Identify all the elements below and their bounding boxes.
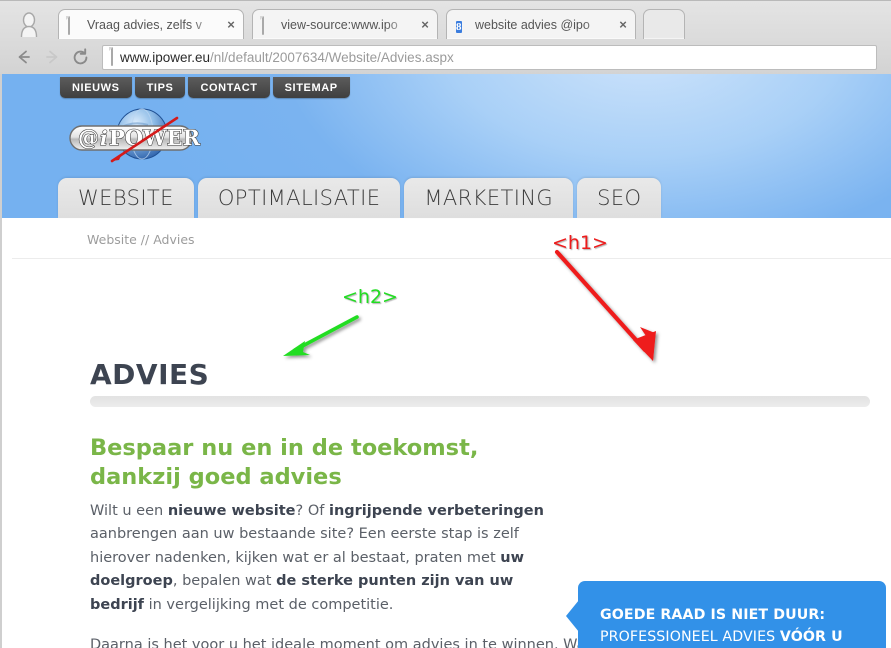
google-favicon-glyph: 8 <box>456 21 462 33</box>
text-run: , bepalen wat <box>172 573 277 590</box>
text-run: Wilt u een <box>90 503 168 519</box>
page-viewport: NIEUWS TIPS CONTACT SITEMAP @ i POWER WE… <box>0 74 891 648</box>
top-utility-nav: NIEUWS TIPS CONTACT SITEMAP <box>60 77 350 98</box>
h1-annotation-label: <h1> <box>552 232 608 254</box>
page-title: ADVIES <box>90 358 210 391</box>
body-paragraph-1: Wilt u een nieuwe website? Of ingrijpend… <box>90 500 550 637</box>
h2-annotation-label: <h2> <box>342 286 398 308</box>
url-host: www.ipower.eu <box>120 49 211 65</box>
title-divider-bar <box>90 396 870 407</box>
text-run: in vergelijking met de competitie. <box>144 596 394 613</box>
person-icon[interactable] <box>16 11 42 37</box>
site-header: NIEUWS TIPS CONTACT SITEMAP @ i POWER WE… <box>2 74 891 218</box>
svg-text:POWER: POWER <box>109 125 201 150</box>
url-text: www.ipower.eu/nl/default/2007634/Website… <box>120 50 454 65</box>
reload-icon[interactable] <box>66 44 94 70</box>
section-heading: Bespaar nu en in de toekomst, dankzij go… <box>90 435 479 490</box>
topnav-item-contact[interactable]: CONTACT <box>188 77 270 98</box>
document-icon <box>111 47 113 66</box>
nav-tab-seo[interactable]: SEO <box>577 178 662 218</box>
topnav-item-sitemap[interactable]: SITEMAP <box>272 77 350 98</box>
browser-tab-3[interactable]: 8 website advies @ipo × <box>446 9 636 39</box>
url-path: /nl/default/2007634/Website/Advies.aspx <box>210 49 454 65</box>
svg-text:@: @ <box>78 125 99 150</box>
text-run-bold: nieuwe website <box>167 503 296 519</box>
breadcrumb: Website // Advies <box>87 232 195 247</box>
google-icon: 8 <box>456 17 469 33</box>
callout-bold-lead: GOEDE RAAD IS NIET DUUR: <box>600 607 826 623</box>
topnav-item-nieuws[interactable]: NIEUWS <box>60 77 132 98</box>
nav-tab-marketing[interactable]: MARKETING <box>404 178 574 218</box>
ipower-logo[interactable]: @ i POWER <box>64 108 212 166</box>
browser-window: Vraag advies, zelfs v × view-source:www.… <box>0 0 891 648</box>
highlight-callout: GOEDE RAAD IS NIET DUUR: PROFESSIONEEL A… <box>578 581 886 648</box>
main-nav: WEBSITE OPTIMALISATIE MARKETING SEO <box>58 178 662 218</box>
text-run-bold: ingrijpende verbeteringen <box>328 503 544 519</box>
svg-text:i: i <box>100 126 108 150</box>
tab-close-button[interactable]: × <box>615 17 631 33</box>
new-tab-button[interactable] <box>643 9 685 39</box>
tab-strip: Vraag advies, zelfs v × view-source:www.… <box>0 1 891 39</box>
browser-chrome: Vraag advies, zelfs v × view-source:www.… <box>0 0 891 74</box>
address-bar[interactable]: www.ipower.eu/nl/default/2007634/Website… <box>102 44 877 70</box>
browser-tab-2[interactable]: view-source:www.ipo × <box>252 9 438 39</box>
callout-light-text: PROFESSIONEEL ADVIES <box>600 628 780 645</box>
document-icon <box>68 16 81 35</box>
tab-close-button[interactable]: × <box>223 17 239 33</box>
browser-toolbar: www.ipower.eu/nl/default/2007634/Website… <box>0 39 891 75</box>
document-icon <box>262 16 275 35</box>
tab-close-button[interactable]: × <box>417 17 433 33</box>
back-arrow-icon[interactable] <box>10 44 38 70</box>
tab-title: view-source:www.ipo <box>281 17 398 32</box>
nav-tab-website[interactable]: WEBSITE <box>58 178 194 218</box>
text-run: aanbrengen aan uw bestaande site? Een ee… <box>90 526 519 566</box>
forward-arrow-icon[interactable] <box>38 44 66 70</box>
nav-tab-optimalisatie[interactable]: OPTIMALISATIE <box>197 178 401 218</box>
tab-title: website advies @ipo <box>475 17 590 32</box>
browser-tab-1[interactable]: Vraag advies, zelfs v × <box>58 9 244 39</box>
paragraph-text: Wilt u een nieuwe website? Of ingrijpend… <box>90 500 550 617</box>
tab-title: Vraag advies, zelfs v <box>87 17 202 32</box>
text-run: ? Of <box>295 503 329 519</box>
topnav-item-tips[interactable]: TIPS <box>134 77 186 98</box>
breadcrumb-divider <box>12 258 891 259</box>
